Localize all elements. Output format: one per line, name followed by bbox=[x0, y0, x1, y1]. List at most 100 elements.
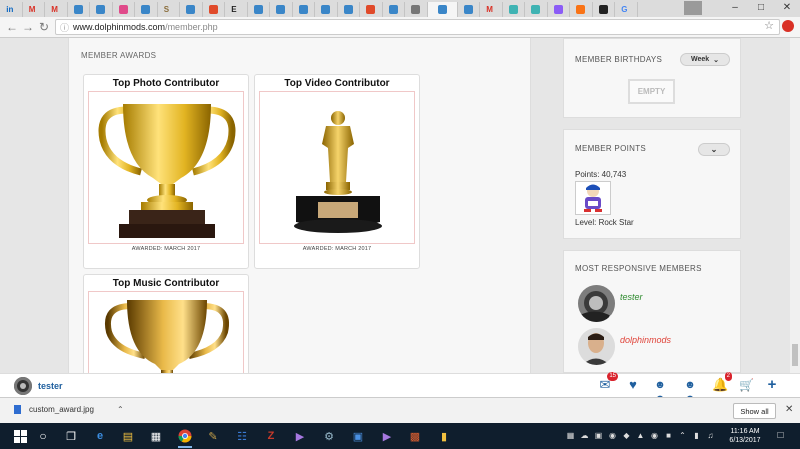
browser-tab[interactable] bbox=[593, 2, 615, 17]
scrollbar-thumb[interactable] bbox=[792, 344, 798, 366]
points-options-dropdown[interactable]: ⌄ bbox=[698, 143, 730, 156]
tab-favicon-icon bbox=[576, 5, 586, 14]
browser-tab[interactable] bbox=[427, 2, 458, 17]
tray-icon-8[interactable]: ■ bbox=[664, 431, 673, 440]
browser-tab[interactable] bbox=[113, 2, 135, 17]
tray-icon-7[interactable]: ◉ bbox=[650, 431, 659, 440]
award-card-video[interactable]: Top Video Contributor AWARDED: MARCH 201… bbox=[254, 74, 420, 269]
browser-tab[interactable] bbox=[248, 2, 270, 17]
tray-icon-1[interactable]: ▦ bbox=[566, 431, 575, 440]
app-icon-4[interactable]: ▣ bbox=[350, 428, 366, 444]
heart-icon[interactable]: ♥ bbox=[626, 378, 640, 392]
app-icon-5[interactable]: ▩ bbox=[407, 428, 423, 444]
friends-icon[interactable]: ☻☻ bbox=[653, 378, 667, 405]
avatar[interactable] bbox=[578, 328, 615, 365]
app-icon-1[interactable]: ✎ bbox=[205, 428, 221, 444]
browser-tab[interactable] bbox=[90, 2, 113, 17]
filezilla-icon[interactable]: Z bbox=[263, 428, 279, 444]
show-all-button[interactable]: Show all bbox=[733, 403, 776, 419]
task-view-icon[interactable]: ❐ bbox=[63, 428, 79, 444]
browser-tab[interactable] bbox=[548, 2, 570, 17]
tray-icon-5[interactable]: ◆ bbox=[622, 431, 631, 440]
app-icon-2[interactable]: ☷ bbox=[234, 428, 250, 444]
browser-tab[interactable]: M bbox=[480, 2, 503, 17]
browser-tab[interactable]: M bbox=[45, 2, 68, 17]
close-shelf-icon[interactable]: ✕ bbox=[785, 404, 793, 415]
profile-icon[interactable] bbox=[684, 1, 702, 15]
browser-tab[interactable] bbox=[360, 2, 383, 17]
birthdays-card: MEMBER BIRTHDAYS Week ⌄ EMPTY bbox=[563, 38, 741, 118]
tray-icon-4[interactable]: ◉ bbox=[608, 431, 617, 440]
member-row-tester[interactable]: tester bbox=[578, 285, 643, 322]
visual-studio-icon-2[interactable]: ▶ bbox=[379, 428, 395, 444]
chevron-up-icon[interactable]: ⌃ bbox=[117, 405, 124, 414]
browser-tab[interactable] bbox=[270, 2, 293, 17]
browser-tab[interactable] bbox=[383, 2, 405, 17]
tray-icon-2[interactable]: ☁ bbox=[580, 431, 589, 440]
browser-tab[interactable]: M bbox=[23, 2, 45, 17]
browser-tab[interactable]: S bbox=[158, 2, 180, 17]
tab-favicon-icon bbox=[463, 5, 473, 14]
browser-tab[interactable] bbox=[525, 2, 548, 17]
extension-icon[interactable] bbox=[782, 20, 794, 32]
member-name[interactable]: tester bbox=[620, 292, 643, 302]
clock[interactable]: 11:16 AM 6/13/2017 bbox=[723, 427, 767, 445]
birthdays-filter-dropdown[interactable]: Week ⌄ bbox=[680, 53, 730, 66]
browser-tab[interactable]: in bbox=[0, 2, 23, 17]
avatar[interactable] bbox=[578, 285, 615, 322]
member-name[interactable]: dolphinmods bbox=[620, 335, 671, 345]
close-icon[interactable]: ✕ bbox=[774, 0, 800, 17]
page-content: MEMBER AWARDS Top Photo Contributor AWAR… bbox=[0, 38, 790, 373]
battery-icon[interactable]: ▮ bbox=[692, 431, 701, 440]
browser-tab[interactable] bbox=[338, 2, 360, 17]
minimize-icon[interactable]: – bbox=[722, 0, 748, 17]
edge-icon[interactable]: e bbox=[92, 428, 108, 444]
tab-favicon-icon: in bbox=[6, 5, 14, 14]
show-hidden-icons-icon[interactable]: ⌃ bbox=[678, 431, 687, 440]
file-explorer-icon[interactable]: ▤ bbox=[120, 428, 136, 444]
tray-icon-3[interactable]: ▣ bbox=[594, 431, 603, 440]
browser-tab[interactable] bbox=[503, 2, 525, 17]
groups-icon[interactable]: ☻☻ bbox=[683, 378, 697, 405]
maximize-icon[interactable]: □ bbox=[748, 0, 774, 17]
award-card-music[interactable]: Top Music Contributor bbox=[83, 274, 249, 373]
search-icon[interactable]: ○ bbox=[35, 428, 51, 444]
browser-tab[interactable]: E bbox=[225, 2, 248, 17]
browser-tab[interactable] bbox=[315, 2, 338, 17]
browser-tab[interactable] bbox=[68, 2, 90, 17]
app-icon-6[interactable]: ▮ bbox=[436, 428, 452, 444]
visual-studio-icon[interactable]: ▶ bbox=[292, 428, 308, 444]
browser-tab[interactable] bbox=[405, 2, 428, 17]
browser-tab[interactable] bbox=[570, 2, 593, 17]
chrome-icon[interactable] bbox=[177, 428, 193, 448]
page-scrollbar[interactable] bbox=[790, 38, 800, 373]
award-card-photo[interactable]: Top Photo Contributor AWARDED: MARCH 201… bbox=[83, 74, 249, 269]
browser-tab[interactable] bbox=[180, 2, 203, 17]
member-row-dolphinmods[interactable]: dolphinmods bbox=[578, 328, 671, 365]
cart-icon[interactable]: 🛒 bbox=[739, 378, 754, 392]
info-icon[interactable]: ⓘ bbox=[60, 21, 69, 34]
forward-icon[interactable]: → bbox=[20, 20, 36, 34]
reload-icon[interactable]: ↻ bbox=[36, 20, 52, 34]
browser-tab[interactable] bbox=[293, 2, 315, 17]
store-icon[interactable]: ▦ bbox=[148, 428, 164, 444]
volume-icon[interactable]: ♫ bbox=[706, 431, 715, 440]
plus-icon[interactable]: + bbox=[765, 377, 779, 392]
browser-tab[interactable] bbox=[458, 2, 480, 17]
download-item[interactable]: custom_award.jpg bbox=[14, 405, 94, 414]
back-icon[interactable]: ← bbox=[4, 20, 20, 34]
user-avatar[interactable] bbox=[14, 377, 32, 395]
notifications-icon[interactable]: 🔔 2 bbox=[712, 372, 732, 392]
tray-icon-6[interactable]: ▲ bbox=[636, 431, 645, 440]
url-input[interactable]: ⓘ www.dolphinmods.com/member.php bbox=[55, 19, 780, 35]
action-center-icon[interactable]: □ bbox=[776, 431, 785, 441]
site-toolbar: tester ✉15 ♥ ☻☻ ☻☻ 🔔2 🛒 + bbox=[0, 372, 800, 405]
windows-start-icon[interactable] bbox=[12, 428, 28, 444]
username-link[interactable]: tester bbox=[38, 381, 63, 391]
browser-tab[interactable]: G bbox=[615, 2, 638, 17]
app-icon-3[interactable]: ⚙ bbox=[321, 428, 337, 444]
bookmark-star-icon[interactable]: ☆ bbox=[764, 19, 774, 32]
messages-icon[interactable]: ✉ 15 bbox=[598, 372, 618, 392]
browser-tab[interactable] bbox=[203, 2, 225, 17]
browser-tab[interactable] bbox=[135, 2, 158, 17]
